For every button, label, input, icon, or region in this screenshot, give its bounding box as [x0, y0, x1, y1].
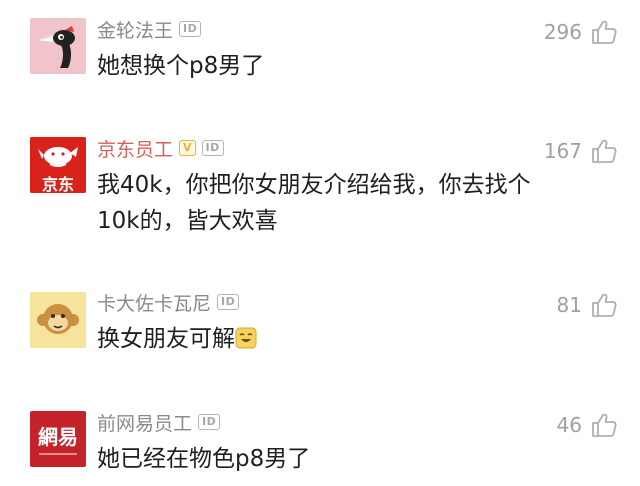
username[interactable]: 前网易员工 [97, 409, 192, 436]
comment-text-content: 换女朋友可解 [97, 326, 235, 352]
like-button[interactable]: 81 [557, 290, 618, 320]
woodpecker-avatar-icon[interactable] [30, 18, 86, 74]
comment-header: 前网易员工 ID [97, 409, 221, 436]
jd-logo-avatar-icon[interactable]: 京东 [30, 137, 86, 193]
username[interactable]: 金轮法王 [97, 16, 173, 43]
like-button[interactable]: 46 [557, 410, 618, 440]
like-count: 296 [543, 20, 582, 44]
like-button[interactable]: 167 [544, 136, 618, 166]
monkey-avatar-icon[interactable] [30, 292, 86, 348]
avatar-label: 網易 [38, 425, 78, 449]
thumbs-up-icon[interactable] [590, 291, 618, 319]
id-badge: ID [217, 294, 240, 310]
verified-badge: V [179, 140, 196, 156]
avatar-label: 京东 [41, 175, 74, 193]
avatar-underline [39, 453, 77, 455]
like-count: 46 [556, 413, 582, 437]
netease-logo-avatar-icon[interactable]: 網易 [30, 411, 86, 467]
comment-text: 她想换个p8男了 [97, 53, 265, 79]
like-button[interactable]: 296 [544, 17, 618, 47]
id-badge: ID [198, 414, 221, 430]
thumbs-up-icon[interactable] [590, 18, 618, 46]
comment-header: 京东员工 V ID [97, 135, 224, 162]
comment-header: 金轮法王 ID [97, 16, 202, 43]
thumbs-up-icon[interactable] [590, 411, 618, 439]
thumbs-up-icon[interactable] [590, 137, 618, 165]
like-count: 167 [543, 139, 582, 163]
comment-text: 我40k，你把你女朋友介绍给我，你去找个10k的，皆大欢喜 [97, 172, 531, 234]
id-badge: ID [179, 21, 202, 37]
comment-text: 换女朋友可解 [97, 321, 567, 357]
laughing-face-emoji-icon [235, 327, 257, 349]
username[interactable]: 卡大佐卡瓦尼 [97, 289, 211, 316]
comment-header: 卡大佐卡瓦尼 ID [97, 289, 240, 316]
like-count: 81 [556, 293, 582, 317]
username[interactable]: 京东员工 [97, 135, 173, 162]
comment-text: 她已经在物色p8男了 [97, 446, 311, 472]
id-badge: ID [201, 140, 224, 156]
